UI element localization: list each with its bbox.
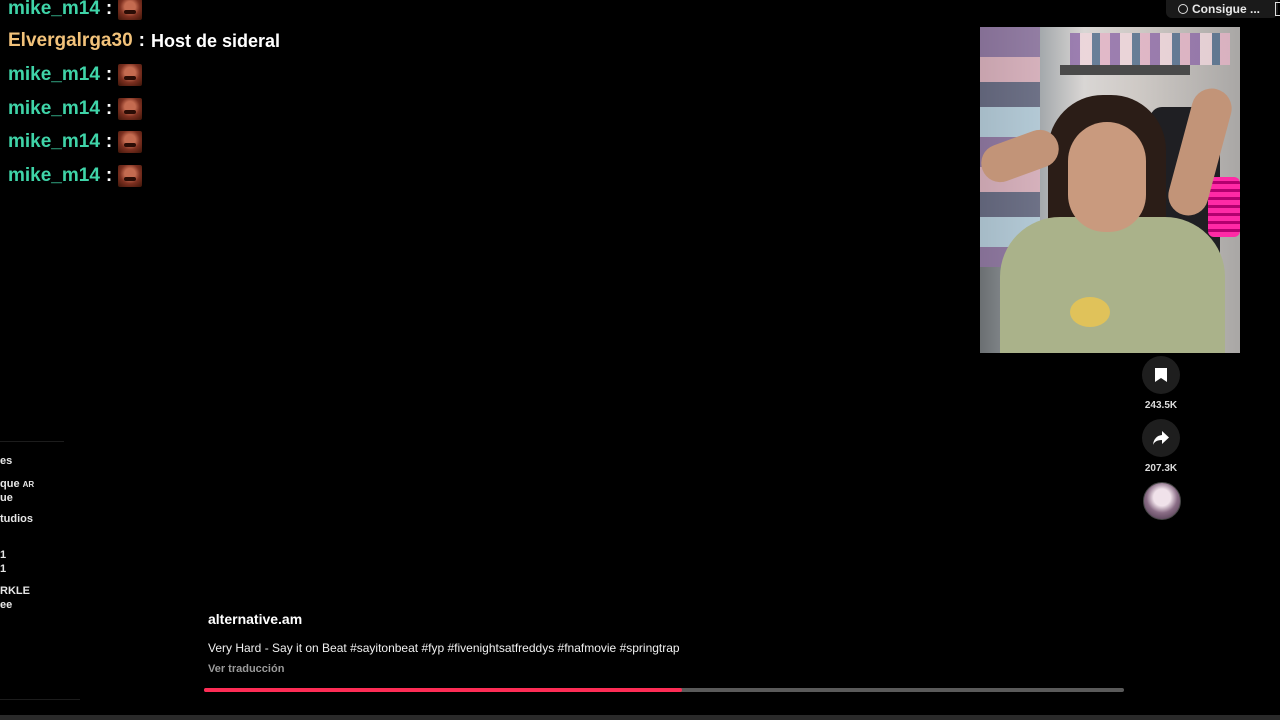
sidebar-item-label[interactable]: RKLE	[0, 585, 30, 597]
chat-line: mike_m14 :	[8, 95, 143, 123]
save-count: 243.5K	[1144, 400, 1178, 411]
emote-icon	[118, 98, 143, 120]
chat-line: Elvergalrga30 : Host de sideral	[8, 27, 280, 55]
chat-separator: :	[105, 131, 113, 152]
share-button[interactable]	[1142, 419, 1180, 457]
emote-icon	[118, 64, 143, 86]
sidebar-item-label: 1	[0, 563, 7, 575]
chat-line: mike_m14 :	[8, 162, 143, 190]
sidebar-divider	[0, 441, 64, 442]
sidebar-badge: AR	[22, 480, 35, 489]
get-coins-label: Consigue ...	[1192, 2, 1261, 16]
emote-icon	[118, 0, 143, 20]
bookmark-icon	[1155, 368, 1167, 382]
chat-line: mike_m14 :	[8, 0, 143, 23]
chat-username: mike_m14	[8, 0, 100, 19]
chat-separator: :	[105, 0, 113, 19]
sidebar-divider	[0, 699, 80, 700]
sidebar-item-label: ee	[0, 599, 13, 611]
sidebar-item-label: ue	[0, 492, 13, 504]
video-username[interactable]: alternative.am	[208, 611, 302, 627]
emote-icon	[118, 165, 143, 187]
see-translation-link[interactable]: Ver traducción	[208, 663, 284, 675]
chat-separator: :	[105, 64, 113, 85]
emote-icon	[118, 131, 143, 153]
chat-separator: :	[138, 30, 145, 51]
sidebar-item-label[interactable]: es	[0, 455, 12, 467]
chat-separator: :	[105, 98, 113, 119]
chat-line: mike_m14 :	[8, 128, 143, 156]
video-progress-bar[interactable]	[204, 688, 1124, 692]
chat-line: mike_m14 :	[8, 61, 143, 89]
bottom-edge-bar	[0, 715, 1280, 720]
chat-username: mike_m14	[8, 98, 100, 119]
creator-avatar[interactable]	[1143, 482, 1181, 520]
chat-username: Elvergalrga30	[8, 30, 133, 51]
video-progress-fill	[204, 688, 683, 692]
inbox-icon[interactable]	[1275, 2, 1280, 16]
chat-username: mike_m14	[8, 131, 100, 152]
chat-separator: :	[105, 165, 113, 186]
video-description: Very Hard - Say it on Beat #sayitonbeat …	[208, 641, 680, 655]
sidebar-item-label[interactable]: que AR	[0, 478, 34, 490]
share-count: 207.3K	[1144, 463, 1178, 474]
webcam-overlay	[980, 27, 1240, 353]
chat-message: Host de sideral	[150, 30, 281, 51]
sidebar-item-label[interactable]: 1	[0, 549, 6, 561]
coin-icon	[1178, 4, 1188, 14]
get-coins-button[interactable]: Consigue ...	[1166, 0, 1278, 18]
share-arrow-icon	[1153, 431, 1169, 445]
save-button[interactable]	[1142, 356, 1180, 394]
chat-username: mike_m14	[8, 165, 100, 186]
sidebar-item-label[interactable]: tudios	[0, 513, 33, 525]
chat-username: mike_m14	[8, 64, 100, 85]
